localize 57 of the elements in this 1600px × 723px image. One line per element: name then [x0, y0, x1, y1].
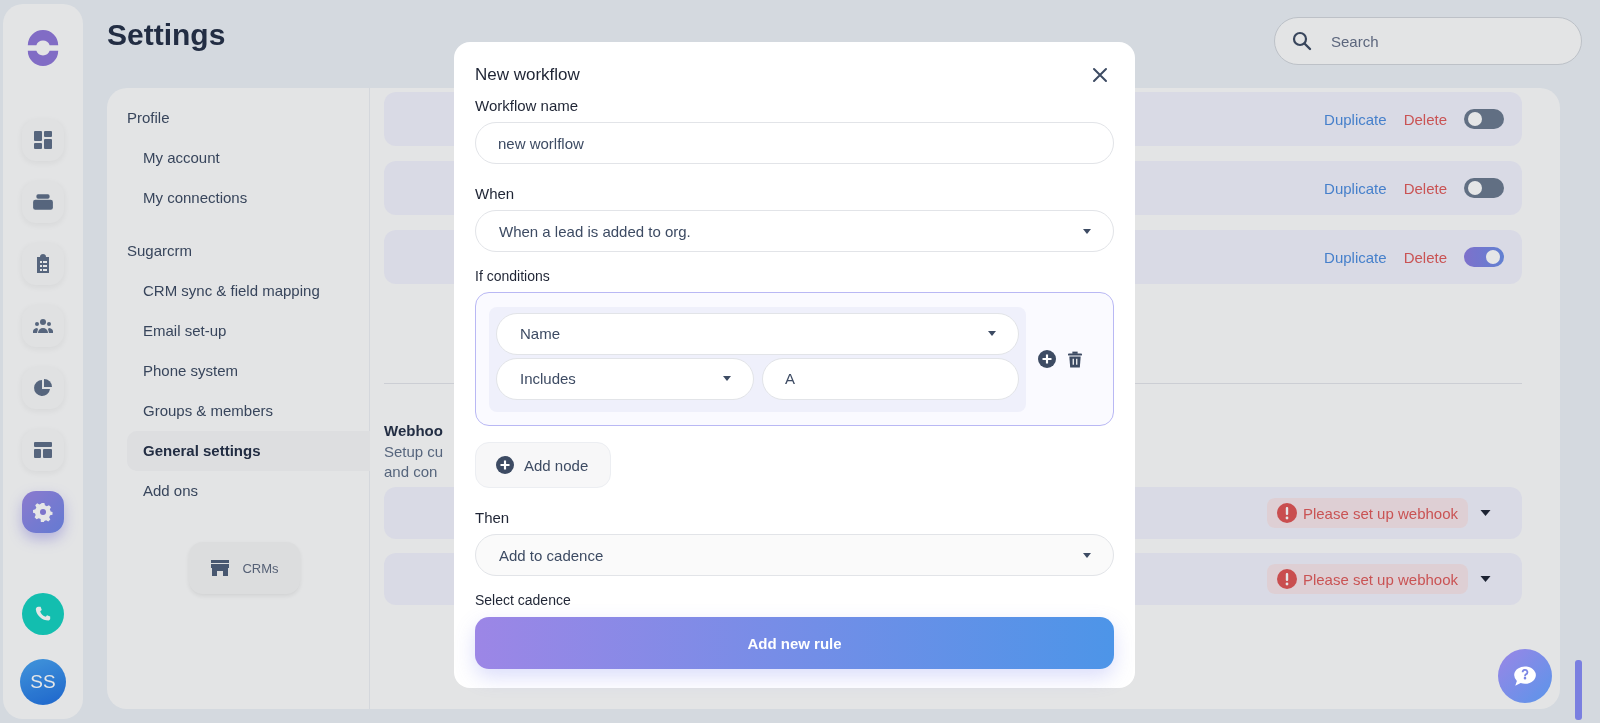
settings-nav-item[interactable]: My connections — [127, 178, 370, 218]
settings-nav-item[interactable]: Email set-up — [127, 311, 370, 351]
trigger-select[interactable]: When a lead is added to org. — [475, 210, 1114, 252]
name-input-field[interactable]: new worlflow — [475, 122, 1114, 164]
caret-icon — [1083, 228, 1091, 234]
section-title: Profile — [127, 108, 170, 128]
pie-chart-icon — [33, 378, 53, 398]
search-field[interactable]: Search — [1274, 17, 1582, 65]
field-label: If conditions — [475, 267, 551, 286]
dialog-title: New workflow — [475, 65, 580, 85]
section-title: Sugarcrm — [127, 241, 193, 261]
section-description: Setup cu and con — [384, 442, 444, 482]
field-label: When — [475, 184, 516, 204]
warning-badge: Please set up webhook — [1266, 498, 1468, 528]
settings-nav-item[interactable]: Phone system — [127, 351, 370, 391]
caret-icon — [1083, 552, 1091, 558]
operator-select[interactable]: Includes — [496, 357, 754, 400]
settings-nav-item[interactable]: My account — [127, 138, 370, 178]
stack-icon — [32, 191, 54, 213]
field-label: Select cadence — [475, 591, 572, 610]
trash-icon[interactable] — [1068, 350, 1082, 368]
dashboard-icon — [33, 130, 53, 150]
settings-nav-item[interactable]: CRM sync & field mapping — [127, 271, 370, 311]
toggle-switch[interactable] — [1464, 178, 1504, 198]
close-button[interactable] — [1092, 67, 1108, 83]
crms-button[interactable]: CRMs — [189, 542, 300, 594]
field-label: Workflow name — [475, 96, 580, 116]
close-icon — [1092, 67, 1108, 83]
add-icon — [496, 456, 514, 474]
toggle-switch[interactable] — [1464, 109, 1504, 129]
action-select[interactable]: Add to cadence — [475, 534, 1114, 576]
phone-icon — [35, 606, 51, 622]
alert-icon — [1276, 569, 1297, 589]
condition-field-select[interactable]: Name — [496, 312, 1019, 355]
nav-button[interactable] — [22, 491, 64, 533]
chat-help-icon — [1512, 663, 1538, 689]
field-label: Then — [475, 508, 511, 528]
layout-icon — [33, 440, 53, 460]
caret-icon[interactable] — [1480, 576, 1491, 582]
add-node-button[interactable]: Add node — [475, 442, 611, 488]
caret-icon — [723, 376, 731, 381]
section-heading: Webhoo — [384, 422, 444, 439]
alert-icon — [1276, 503, 1297, 523]
add-icon[interactable] — [1038, 350, 1056, 368]
caret-icon[interactable] — [1480, 510, 1491, 516]
settings-nav-item[interactable]: General settings — [127, 431, 370, 471]
settings-nav-item[interactable]: Add ons — [127, 471, 370, 511]
search-icon — [1292, 31, 1312, 51]
condition-value-field[interactable]: A — [762, 357, 1019, 400]
settings-nav-item[interactable]: Groups & members — [127, 391, 370, 431]
page-title: Settings — [107, 18, 226, 52]
warning-badge: Please set up webhook — [1266, 564, 1468, 594]
settings-icon — [33, 502, 53, 522]
team-icon — [33, 316, 53, 336]
store-icon — [210, 558, 231, 578]
caret-icon — [988, 331, 996, 336]
toggle-switch[interactable] — [1464, 247, 1504, 267]
